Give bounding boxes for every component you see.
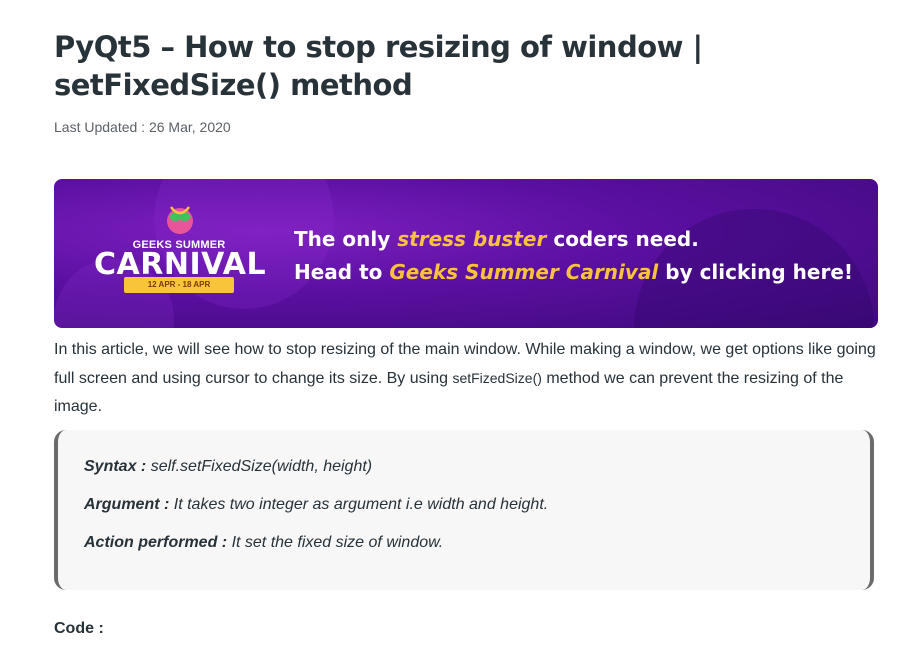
intro-paragraph: In this article, we will see how to stop… <box>54 341 876 415</box>
code-section-label: Code : <box>54 620 104 637</box>
summer-carnival-banner[interactable]: GEEKS SUMMER CARNIVAL 12 APR - 18 APR Th… <box>54 179 878 328</box>
last-updated: Last Updated : 26 Mar, 2020 <box>54 119 231 135</box>
article-title: PyQt5 – How to stop resizing of window |… <box>54 30 703 102</box>
tagline-highlight-2: Geeks Summer Carnival <box>389 260 659 284</box>
action-label: Action performed : <box>84 534 228 551</box>
logo-dates-ribbon: 12 APR - 18 APR <box>124 277 234 293</box>
syntax-box: Syntax : self.setFixedSize(width, height… <box>54 430 874 590</box>
action-value: It set the fixed size of window. <box>227 534 444 551</box>
inline-code-method: setFizedSize() <box>452 370 542 386</box>
tagline-line-1: The only stress buster coders need. <box>294 227 699 251</box>
syntax-label: Syntax : <box>84 458 147 475</box>
syntax-value: self.setFixedSize(width, height) <box>146 458 373 475</box>
tagline-highlight-1: stress buster <box>397 227 547 251</box>
argument-value: It takes two integer as argument i.e wid… <box>169 496 549 513</box>
syntax-line: Syntax : self.setFixedSize(width, height… <box>84 458 372 476</box>
argument-label: Argument : <box>84 496 170 513</box>
carnival-logo: GEEKS SUMMER CARNIVAL 12 APR - 18 APR <box>94 201 266 311</box>
tagline-line-2: Head to Geeks Summer Carnival by clickin… <box>294 260 854 284</box>
argument-line: Argument : It takes two integer as argum… <box>84 496 548 514</box>
action-line: Action performed : It set the fixed size… <box>84 534 443 552</box>
banner-tagline: The only stress buster coders need. Head… <box>294 223 853 289</box>
carnival-mask-icon <box>167 206 193 234</box>
